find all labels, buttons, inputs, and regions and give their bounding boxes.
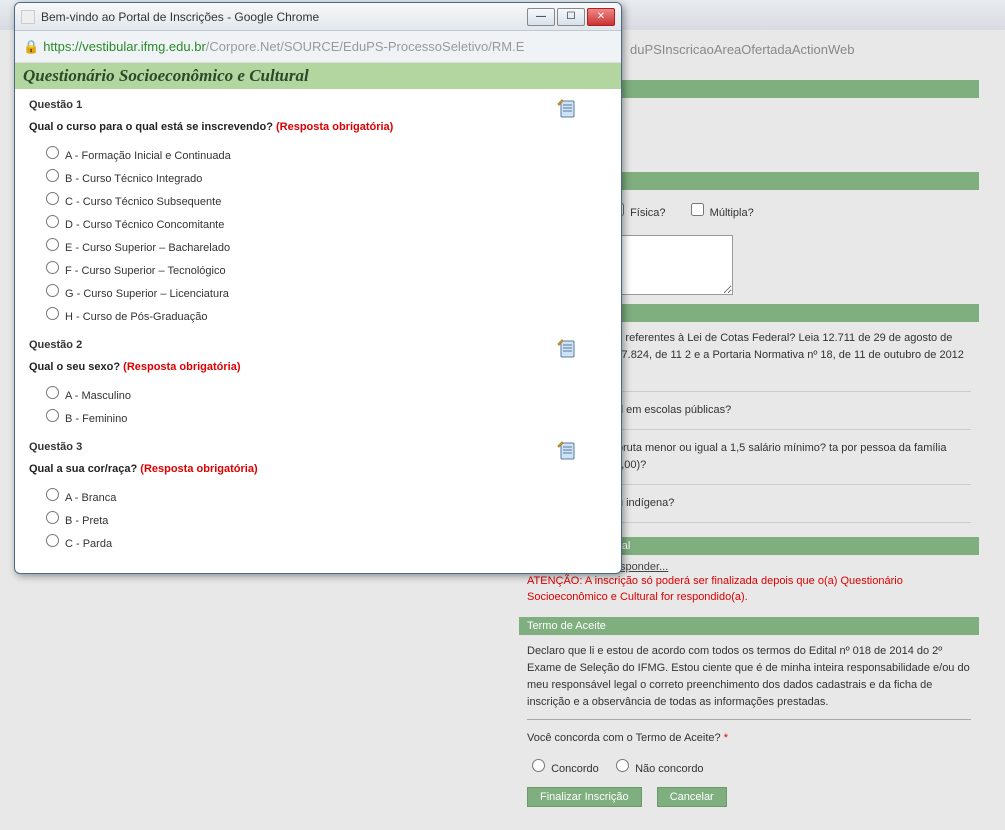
address-bar[interactable]: 🔒 https://vestibular.ifmg.edu.br/Corpore… — [15, 31, 621, 63]
q1-opt-c[interactable]: C - Curso Técnico Subsequente — [41, 187, 607, 210]
q3-opt-b[interactable]: B - Preta — [41, 506, 607, 529]
minimize-button[interactable]: — — [527, 8, 555, 26]
q1-opt-b[interactable]: B - Curso Técnico Integrado — [41, 164, 607, 187]
url-path: /Corpore.Net/SOURCE/EduPS-ProcessoSeleti… — [206, 39, 525, 54]
q2-opt-a[interactable]: A - Masculino — [41, 381, 607, 404]
q1-opt-e[interactable]: E - Curso Superior – Bacharelado — [41, 233, 607, 256]
question-2-text: Qual o seu sexo? (Resposta obrigatória) — [29, 361, 607, 373]
popup-titlebar[interactable]: Bem-vindo ao Portal de Inscrições - Goog… — [15, 3, 621, 31]
section-header-termo: Termo de Aceite — [519, 617, 979, 635]
question-1: Questão 1 Qual o curso para o qual está … — [29, 99, 607, 325]
notes-icon[interactable] — [557, 339, 577, 359]
notes-icon[interactable] — [557, 99, 577, 119]
lock-icon: 🔒 — [23, 39, 39, 55]
questionnaire-heading: Questionário Socioeconômico e Cultural — [15, 63, 621, 89]
radio-nao-concordo[interactable]: Não concordo — [611, 763, 704, 775]
close-button[interactable]: ✕ — [587, 8, 615, 26]
label-concorda: Você concorda com o Termo de Aceite? — [527, 732, 721, 744]
q1-opt-f[interactable]: F - Curso Superior – Tecnológico — [41, 256, 607, 279]
q1-opt-d[interactable]: D - Curso Técnico Concomitante — [41, 210, 607, 233]
question-3-options: A - Branca B - Preta C - Parda — [29, 483, 607, 552]
finalizar-button[interactable]: Finalizar Inscrição — [527, 787, 642, 807]
radio-concordo[interactable]: Concordo — [527, 763, 599, 775]
question-1-text: Qual o curso para o qual está se inscrev… — [29, 121, 607, 133]
question-3: Questão 3 Qual a sua cor/raça? (Resposta… — [29, 441, 607, 552]
chk-multipla[interactable]: Múltipla? — [687, 207, 754, 219]
url-domain: https://vestibular.ifmg.edu.br — [43, 39, 206, 54]
popup-window: Bem-vindo ao Portal de Inscrições - Goog… — [14, 2, 622, 574]
questionnaire-body[interactable]: Questão 1 Qual o curso para o qual está … — [15, 89, 621, 573]
page-icon — [21, 10, 35, 24]
popup-title: Bem-vindo ao Portal de Inscrições - Goog… — [41, 10, 527, 24]
maximize-button[interactable]: ☐ — [557, 8, 585, 26]
q1-opt-h[interactable]: H - Curso de Pós-Graduação — [41, 302, 607, 325]
q3-opt-c[interactable]: C - Parda — [41, 529, 607, 552]
q2-opt-b[interactable]: B - Feminino — [41, 404, 607, 427]
cancelar-button[interactable]: Cancelar — [657, 787, 727, 807]
notes-icon[interactable] — [557, 441, 577, 461]
question-2-number: Questão 2 — [29, 339, 607, 351]
required-marker: * — [724, 732, 728, 744]
question-2-options: A - Masculino B - Feminino — [29, 381, 607, 427]
question-3-number: Questão 3 — [29, 441, 607, 453]
termo-body: Declaro que li e estou de acordo com tod… — [527, 641, 971, 713]
q1-opt-a[interactable]: A - Formação Inicial e Continuada — [41, 141, 607, 164]
question-1-number: Questão 1 — [29, 99, 607, 111]
warning-questionario: ATENÇÃO: A inscrição só poderá ser final… — [527, 573, 971, 605]
question-1-options: A - Formação Inicial e Continuada B - Cu… — [29, 141, 607, 325]
question-2: Questão 2 Qual o seu sexo? (Resposta obr… — [29, 339, 607, 427]
q1-opt-g[interactable]: G - Curso Superior – Licenciatura — [41, 279, 607, 302]
background-url: duPSInscricaoAreaOfertadaActionWeb — [630, 42, 855, 57]
q3-opt-a[interactable]: A - Branca — [41, 483, 607, 506]
question-3-text: Qual a sua cor/raça? (Resposta obrigatór… — [29, 463, 607, 475]
